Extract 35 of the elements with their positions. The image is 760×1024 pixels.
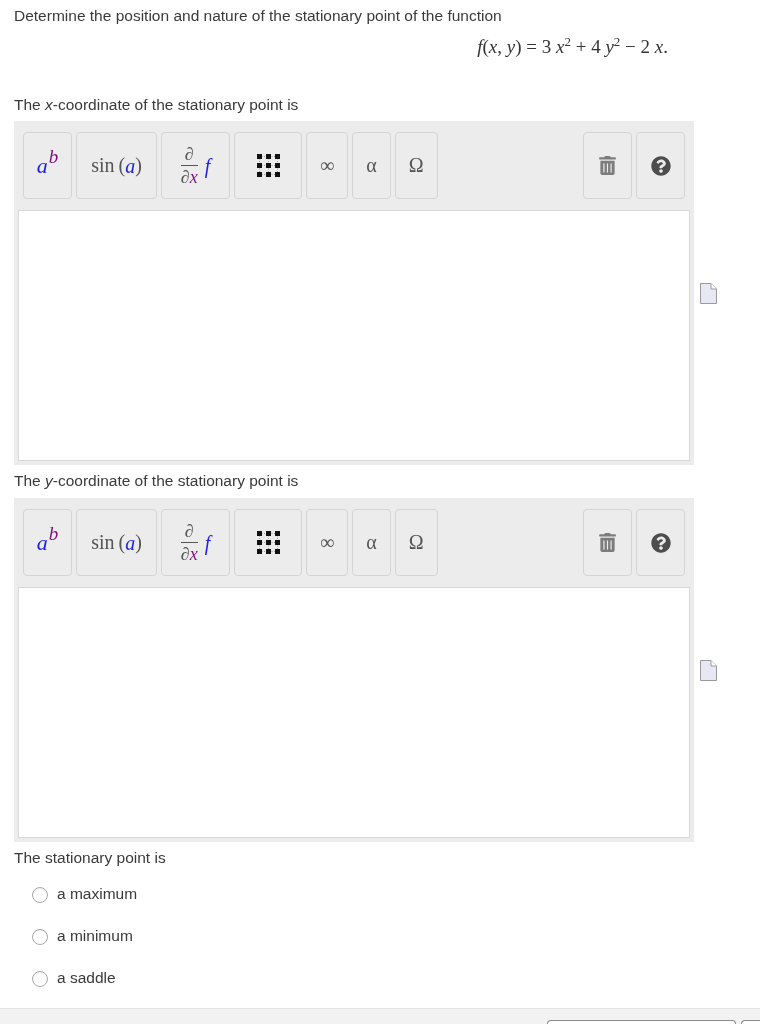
symbol-button[interactable]: α xyxy=(352,509,391,576)
math-formula: f(x, y) = 3 x$^{2}$ + 4 y$^{2}$ − 2 x. xyxy=(477,35,668,59)
symbol-button[interactable]: ∞ xyxy=(306,509,349,576)
matrix-icon xyxy=(256,154,280,177)
symbol-button[interactable]: Ω xyxy=(394,132,438,199)
document-icon[interactable] xyxy=(700,283,717,304)
symbol-button[interactable]: Ω xyxy=(394,509,438,576)
trash-icon xyxy=(598,156,617,175)
option-label[interactable]: a minimum xyxy=(57,925,133,945)
function-button[interactable]: sin (a) xyxy=(76,509,157,576)
help-button[interactable] xyxy=(636,132,685,199)
symbol-button[interactable]: ∞ xyxy=(306,132,349,199)
question-label: The x-coordinate of the stationary point is xyxy=(14,95,299,114)
footer-button[interactable] xyxy=(547,1020,736,1024)
option-label[interactable]: a saddle xyxy=(57,967,116,987)
matrix-icon xyxy=(256,531,280,554)
radio-button[interactable] xyxy=(32,887,48,903)
delete-button[interactable] xyxy=(583,132,632,199)
symbol-button[interactable]: α xyxy=(352,132,391,199)
question-text: Determine the position and nature of the stationary point of the function xyxy=(14,6,502,25)
matrix-button[interactable] xyxy=(234,132,302,199)
help-icon xyxy=(650,532,671,553)
document-icon[interactable] xyxy=(700,660,717,681)
question-label: The y-coordinate of the stationary point is xyxy=(14,471,299,490)
delete-button[interactable] xyxy=(583,509,632,576)
matrix-button[interactable] xyxy=(234,509,302,576)
help-button[interactable] xyxy=(636,509,685,576)
radio-button[interactable] xyxy=(32,971,48,987)
radio-button[interactable] xyxy=(32,929,48,945)
question-label: The stationary point is xyxy=(14,848,166,867)
trash-icon xyxy=(598,533,617,552)
help-icon xyxy=(650,155,671,176)
footer-button[interactable] xyxy=(741,1020,760,1024)
function-button[interactable]: sin (a) xyxy=(76,132,157,199)
option-label[interactable]: a maximum xyxy=(57,883,138,903)
